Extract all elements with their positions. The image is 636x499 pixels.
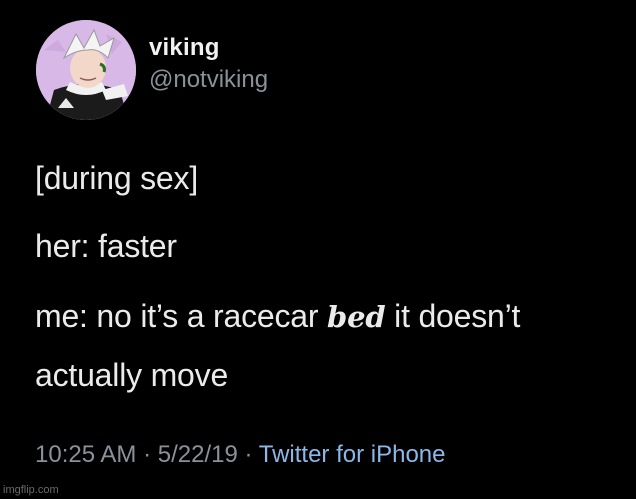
meta-separator: · [143, 441, 152, 468]
tweet-text-line-3-prefix: me: no it’s a racecar [35, 298, 319, 334]
tweet-card: viking @notviking [during sex] her: fast… [0, 0, 636, 499]
watermark: imgflip.com [3, 484, 59, 496]
tweet-text-line-2: her: faster [35, 228, 177, 264]
emphasized-word: bed [327, 300, 386, 334]
user-handle[interactable]: @notviking [149, 66, 268, 94]
tweet-source-link[interactable]: Twitter for iPhone [259, 441, 446, 468]
tweet-text-line-3: me: no it’s a racecar bed it doesn’t [35, 298, 520, 335]
cartoon-avatar-icon [36, 20, 136, 120]
avatar[interactable] [36, 20, 136, 120]
tweet-text-line-1: [during sex] [35, 160, 199, 196]
tweet-text-line-4: actually move [35, 357, 229, 393]
tweet-metadata: 10:25 AM · 5/22/19 · Twitter for iPhone [35, 441, 445, 469]
meta-separator: · [244, 441, 253, 468]
tweet-date[interactable]: 5/22/19 [158, 441, 238, 468]
tweet-time: 10:25 AM [35, 441, 137, 468]
tweet-text-line-3-suffix: it doesn’t [394, 298, 521, 334]
display-name[interactable]: viking [149, 34, 220, 62]
